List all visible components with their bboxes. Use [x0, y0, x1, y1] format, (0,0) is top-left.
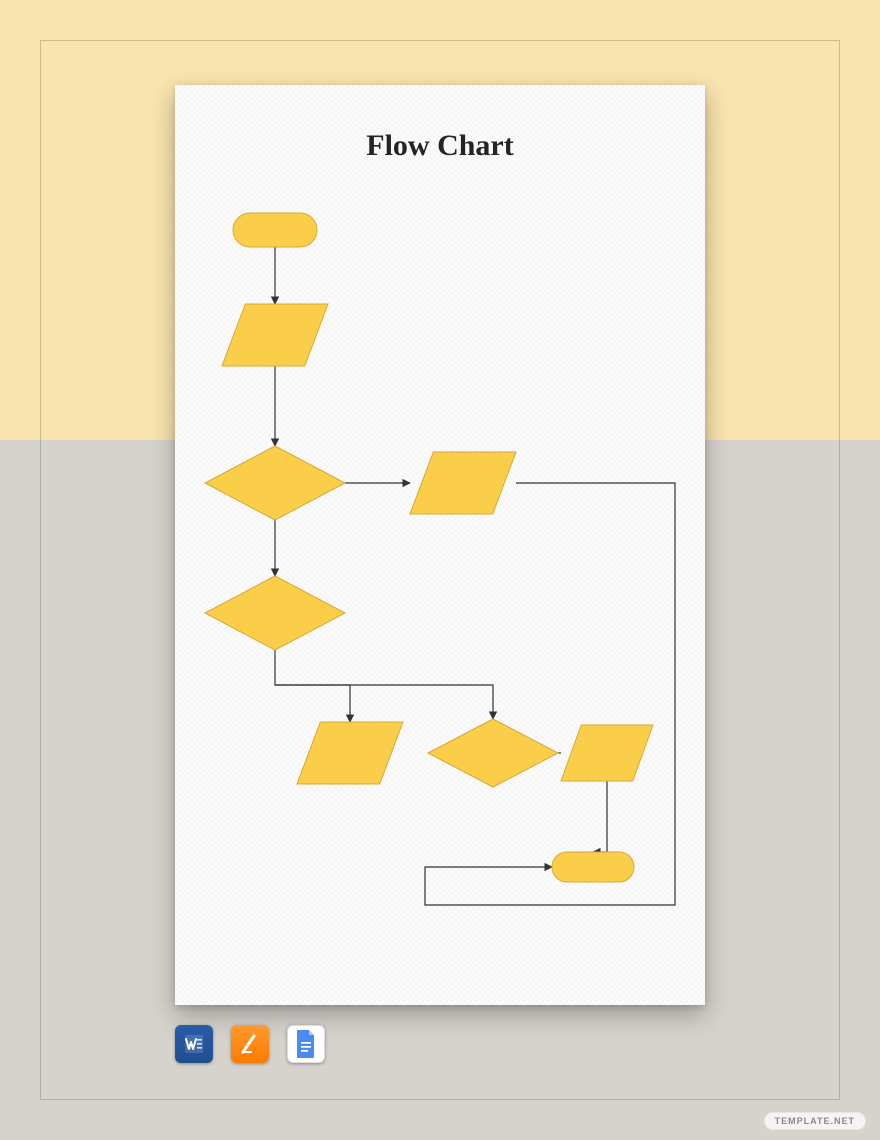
google-docs-icon[interactable] — [287, 1025, 325, 1063]
flowchart — [175, 85, 705, 1005]
pages-icon[interactable] — [231, 1025, 269, 1063]
flowchart-node-dec1 — [205, 446, 345, 520]
flowchart-nodes — [205, 213, 653, 882]
flowchart-node-dec3 — [428, 719, 558, 787]
flowchart-node-io3 — [297, 722, 403, 784]
connector — [425, 483, 675, 905]
flowchart-connectors — [275, 247, 675, 905]
watermark-badge: TEMPLATE.NET — [764, 1112, 866, 1130]
flowchart-node-end — [552, 852, 634, 882]
connector — [593, 781, 607, 852]
word-icon[interactable] — [175, 1025, 213, 1063]
flowchart-node-dec2 — [205, 576, 345, 650]
flowchart-node-io4 — [561, 725, 653, 781]
flowchart-node-io1 — [222, 304, 328, 366]
connector — [275, 685, 493, 719]
document-page: Flow Chart — [175, 85, 705, 1005]
app-icons-row — [175, 1025, 325, 1063]
flowchart-node-io2 — [410, 452, 516, 514]
connector — [275, 650, 350, 722]
flowchart-node-start — [233, 213, 317, 247]
